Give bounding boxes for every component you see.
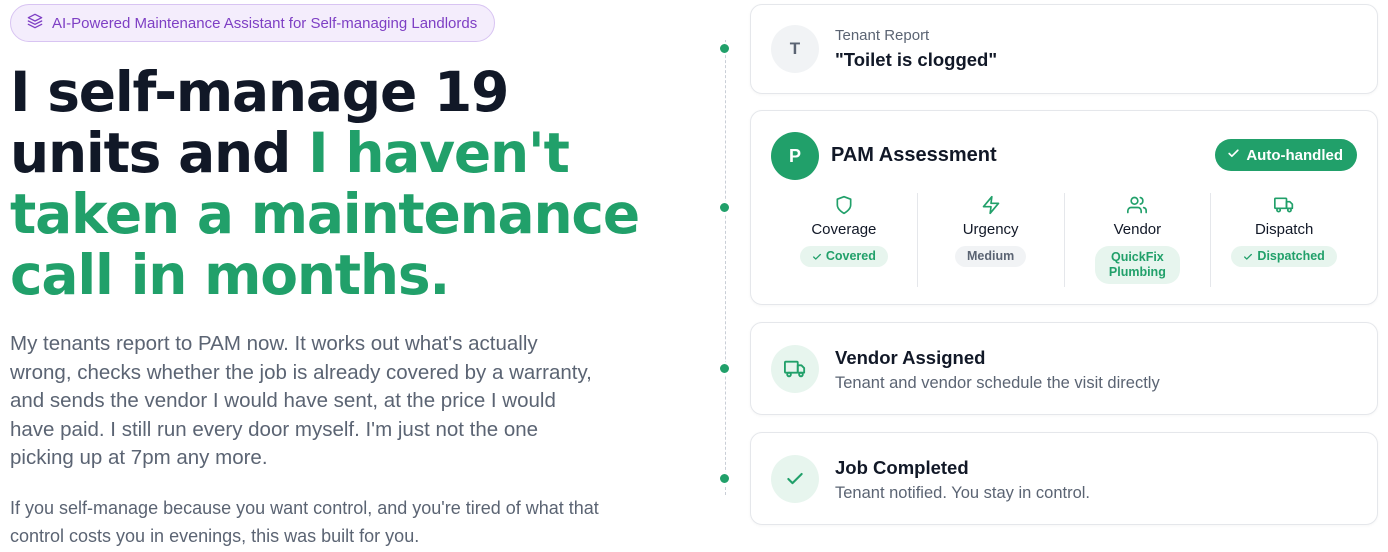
- urgency-status-text: Medium: [967, 249, 1015, 263]
- tenant-report-label: Tenant Report: [835, 27, 930, 44]
- check-icon: [771, 455, 819, 503]
- dispatch-status-text: Dispatched: [1257, 249, 1325, 263]
- check-icon: [1227, 147, 1240, 164]
- pam-avatar: P: [771, 132, 819, 180]
- pam-assessment-card: P PAM Assessment Auto-handled Coverage C…: [750, 110, 1378, 305]
- vendor-assigned-subtitle: Tenant and vendor schedule the visit dir…: [835, 374, 1160, 392]
- tenant-report-card: T Tenant Report "Toilet is clogged": [750, 4, 1378, 94]
- assessment-metrics: Coverage Covered Urgency Medium Vendor Q…: [771, 193, 1357, 287]
- check-icon: [812, 253, 821, 260]
- metric-urgency: Urgency Medium: [916, 193, 1064, 287]
- pam-assessment-title: PAM Assessment: [831, 144, 997, 166]
- job-completed-title: Job Completed: [835, 457, 969, 478]
- job-completed-card: Job Completed Tenant notified. You stay …: [750, 432, 1378, 525]
- metric-urgency-label: Urgency: [962, 221, 1019, 238]
- intro-paragraph: My tenants report to PAM now. It works o…: [10, 332, 592, 469]
- vendor-name-pill: QuickFix Plumbing: [1094, 246, 1180, 284]
- timeline-dot-vendor: [718, 362, 731, 375]
- layers-icon: [27, 13, 43, 33]
- tenant-report-title: "Toilet is clogged": [835, 49, 998, 70]
- dispatch-status-pill: Dispatched: [1231, 246, 1337, 267]
- hero-badge: AI-Powered Maintenance Assistant for Sel…: [10, 4, 495, 42]
- users-icon: [1127, 195, 1148, 215]
- job-completed-subtitle: Tenant notified. You stay in control.: [835, 484, 1091, 502]
- shield-icon: [834, 195, 854, 215]
- headline-line-2-dark: units and: [10, 121, 309, 185]
- urgency-status-pill: Medium: [955, 246, 1027, 267]
- lightning-icon: [981, 195, 1001, 215]
- coverage-status-pill: Covered: [799, 246, 888, 267]
- metric-dispatch: Dispatch Dispatched: [1210, 193, 1357, 287]
- vendor-name-line-1: QuickFix: [1110, 250, 1164, 264]
- coverage-status-text: Covered: [825, 249, 876, 263]
- auto-handled-badge: Auto-handled: [1215, 139, 1357, 171]
- closing-paragraph: If you self-manage because you want cont…: [10, 498, 599, 546]
- timeline-dot-assessment: [718, 201, 731, 214]
- metric-vendor: Vendor QuickFix Plumbing: [1063, 193, 1211, 287]
- vendor-assigned-title: Vendor Assigned: [835, 347, 986, 368]
- page-headline: I self-manage 19 units and I haven't tak…: [10, 62, 690, 306]
- headline-line-1: I self-manage 19: [10, 60, 509, 124]
- timeline-dot-completed: [718, 472, 731, 485]
- vendor-name-line-2: Plumbing: [1108, 265, 1166, 279]
- truck-icon: [1274, 195, 1294, 215]
- check-icon: [1244, 253, 1253, 260]
- metric-vendor-label: Vendor: [1113, 221, 1162, 238]
- metric-coverage-label: Coverage: [811, 221, 877, 238]
- metric-dispatch-label: Dispatch: [1254, 221, 1314, 238]
- metric-coverage: Coverage Covered: [771, 193, 917, 287]
- tenant-avatar: T: [771, 25, 819, 73]
- truck-icon: [771, 345, 819, 393]
- headline-line-3: taken a maintenance: [10, 182, 640, 246]
- timeline-line: [725, 40, 726, 495]
- hero-badge-text: AI-Powered Maintenance Assistant for Sel…: [52, 14, 478, 32]
- headline-line-2-accent: I haven't: [308, 121, 570, 185]
- auto-handled-label: Auto-handled: [1246, 146, 1343, 164]
- headline-line-4: call in months.: [10, 243, 450, 307]
- timeline-dot-report: [718, 42, 731, 55]
- vendor-assigned-card: Vendor Assigned Tenant and vendor schedu…: [750, 322, 1378, 415]
